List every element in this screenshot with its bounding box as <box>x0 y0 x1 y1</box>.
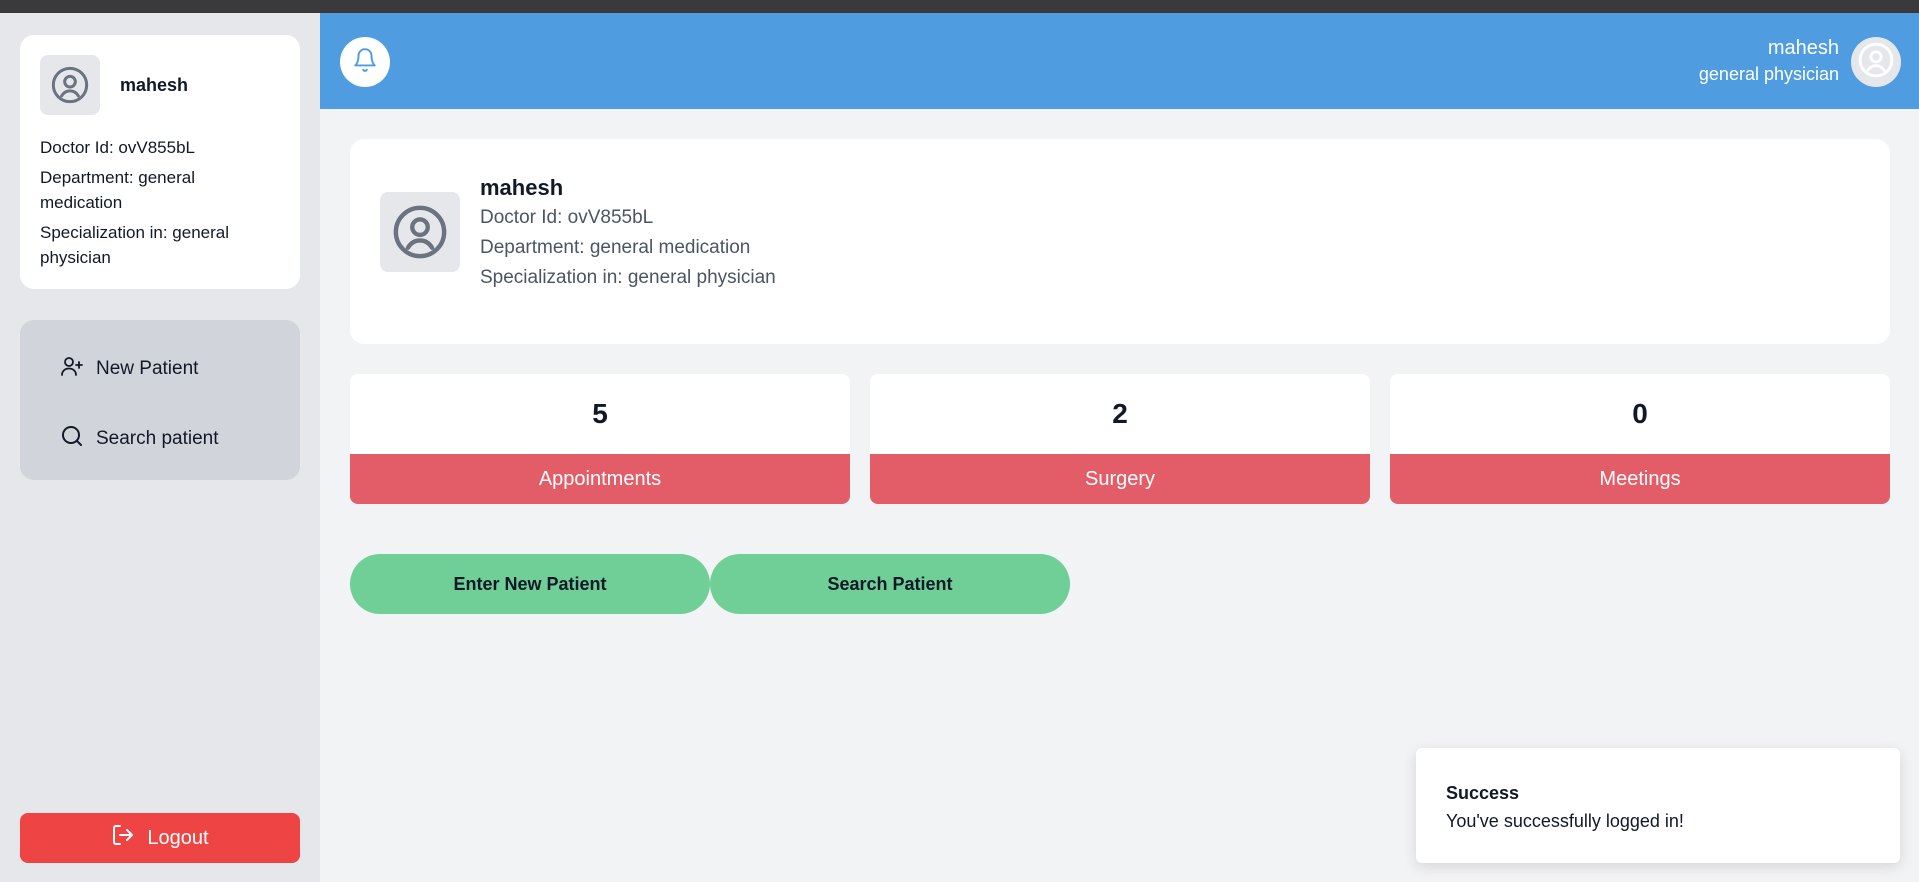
stat-value: 0 <box>1632 398 1648 429</box>
top-header: mahesh general physician <box>320 13 1919 109</box>
logout-label: Logout <box>147 826 209 849</box>
window-top-strip <box>0 0 1919 13</box>
stat-label: Meetings <box>1390 454 1890 504</box>
stat-label: Appointments <box>350 454 850 504</box>
sidebar-item-label: New Patient <box>96 358 199 379</box>
doctor-profile-info: mahesh Doctor Id: ovV855bL Department: g… <box>480 173 776 293</box>
user-avatar-icon <box>380 192 460 272</box>
stat-label: Surgery <box>870 454 1370 504</box>
sidebar-department: Department: general medication <box>40 168 195 212</box>
user-plus-icon <box>60 354 84 384</box>
user-avatar-icon <box>40 55 100 115</box>
sidebar-profile-details: Doctor Id: ovV855bL Department: general … <box>40 135 280 270</box>
sidebar-item-search-patient[interactable]: Search patient <box>20 418 300 460</box>
stat-value: 2 <box>1112 398 1128 429</box>
search-patient-button[interactable]: Search Patient <box>710 554 1070 614</box>
header-user-role: general physician <box>1698 64 1839 84</box>
notifications-button[interactable] <box>340 37 390 87</box>
header-avatar[interactable] <box>1851 37 1901 87</box>
logout-icon <box>111 823 135 853</box>
sidebar-item-label: Search patient <box>96 428 219 449</box>
toast-title: Success <box>1446 783 1520 803</box>
doctor-name: mahesh <box>480 175 564 200</box>
user-avatar-icon <box>1857 41 1895 84</box>
stat-value: 5 <box>592 398 608 429</box>
doctor-id: Doctor Id: ovV855bL <box>480 207 654 228</box>
bell-icon <box>352 47 378 78</box>
stat-card-surgery: 2 Surgery <box>870 374 1370 504</box>
enter-new-patient-button[interactable]: Enter New Patient <box>350 554 710 614</box>
stat-card-appointments: 5 Appointments <box>350 374 850 504</box>
doctor-specialization: Specialization in: general physician <box>480 267 776 288</box>
search-icon <box>60 424 84 454</box>
sidebar-profile-head: mahesh <box>40 55 280 115</box>
sidebar-nav: New Patient Search patient <box>20 320 300 480</box>
header-user-info: mahesh general physician <box>1699 35 1839 87</box>
sidebar-specialization: Specialization in: general physician <box>40 223 230 267</box>
success-toast[interactable]: Success You've successfully logged in! <box>1416 748 1900 863</box>
doctor-department: Department: general medication <box>480 237 751 258</box>
sidebar-profile-card: mahesh Doctor Id: ovV855bL Department: g… <box>20 35 300 289</box>
sidebar-doctor-id: Doctor Id: ovV855bL <box>40 138 195 157</box>
doctor-profile-card: mahesh Doctor Id: ovV855bL Department: g… <box>350 139 1890 344</box>
sidebar-profile-name: mahesh <box>120 74 189 95</box>
sidebar: mahesh Doctor Id: ovV855bL Department: g… <box>0 13 320 882</box>
sidebar-item-new-patient[interactable]: New Patient <box>20 348 300 390</box>
stat-card-meetings: 0 Meetings <box>1390 374 1890 504</box>
logout-button[interactable]: Logout <box>20 813 300 863</box>
header-user-name: mahesh <box>1767 37 1839 59</box>
toast-message: You've successfully logged in! <box>1446 811 1684 831</box>
